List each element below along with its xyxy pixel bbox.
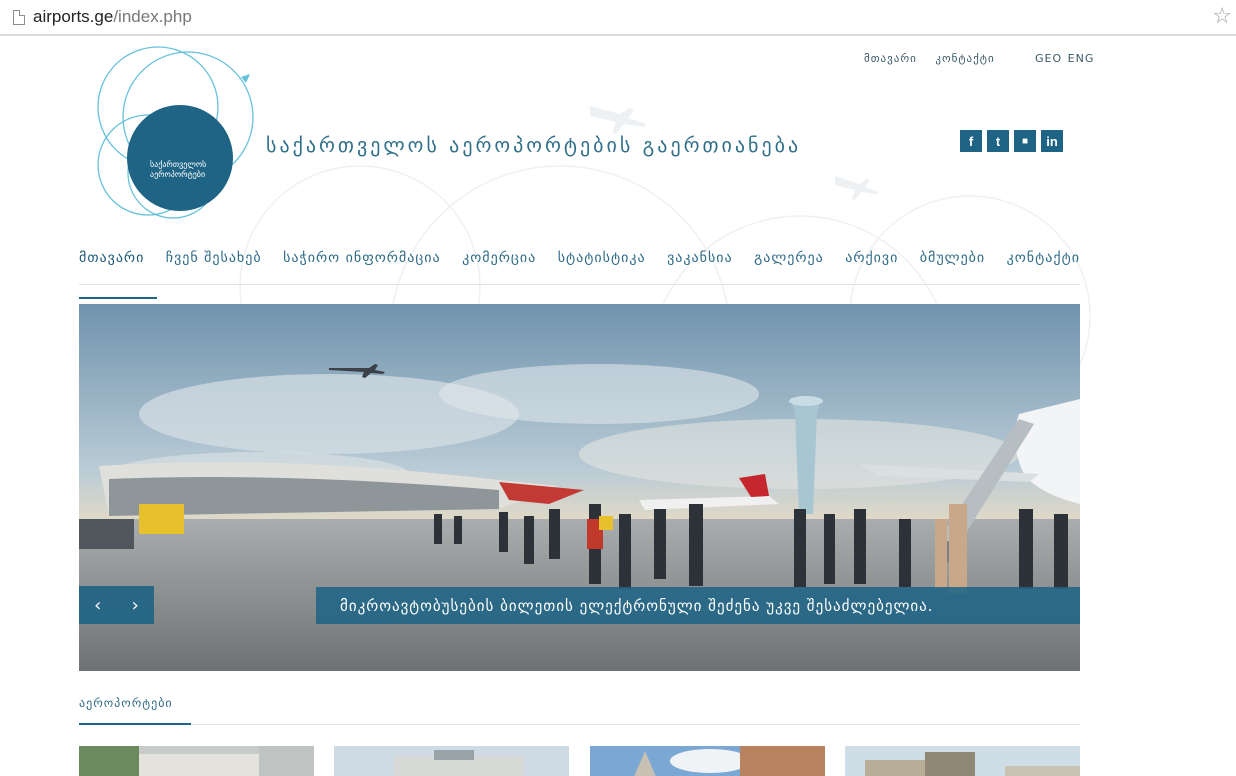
section-title-underline <box>79 723 191 725</box>
nav-item-vacancy[interactable]: ვაკანსია <box>667 248 733 284</box>
twitter-icon[interactable]: t <box>987 130 1009 152</box>
nav-item-archive[interactable]: არქივი <box>845 248 898 284</box>
section-divider <box>79 724 1080 725</box>
logo-text-2: აეროპორტები <box>150 169 205 179</box>
airport-thumb-4[interactable] <box>844 746 1080 776</box>
logo-text-1: საქართველოს <box>150 159 206 169</box>
url-path: /index.php <box>113 7 192 26</box>
nav-item-contact[interactable]: კონტაქტი <box>1007 248 1080 284</box>
airport-thumbnails <box>79 746 1080 776</box>
social-links: f t ■ in <box>960 130 1063 152</box>
lang-geo[interactable]: GEO <box>1035 52 1062 65</box>
slider-prev-button[interactable]: ‹ <box>94 595 101 616</box>
url-field[interactable]: airports.ge/index.php <box>33 7 192 27</box>
facebook-icon[interactable]: f <box>960 130 982 152</box>
nav-item-statistics[interactable]: სტატისტიკა <box>558 248 646 284</box>
top-link-contact[interactable]: კონტაქტი <box>935 52 994 65</box>
main-nav: მთავარი ჩვენ შესახებ საჭირო ინფორმაცია კ… <box>79 248 1080 299</box>
hero-caption[interactable]: მიკროავტობუსების ბილეთის ელექტრონული შეძ… <box>316 587 1080 624</box>
browser-address-bar[interactable]: airports.ge/index.php ☆ <box>0 0 1236 36</box>
airport-thumb-2[interactable] <box>334 746 570 776</box>
airports-section-title: აეროპორტები <box>79 696 173 710</box>
nav-item-about[interactable]: ჩვენ შესახებ <box>166 248 262 284</box>
youtube-icon[interactable]: ■ <box>1014 130 1036 152</box>
airport-thumb-1[interactable] <box>79 746 314 776</box>
star-outline-icon[interactable]: ☆ <box>1212 4 1232 29</box>
top-link-home[interactable]: მთავარი <box>864 52 917 65</box>
slider-arrows: ‹ › <box>79 586 154 624</box>
language-switcher: GEO ENG <box>1034 52 1094 65</box>
lang-eng[interactable]: ENG <box>1068 52 1095 65</box>
slider-next-button[interactable]: › <box>132 595 139 616</box>
airport-thumb-3[interactable] <box>589 746 825 776</box>
site-logo[interactable]: საქართველოს აეროპორტები <box>78 45 263 225</box>
nav-item-info[interactable]: საჭირო ინფორმაცია <box>283 248 441 284</box>
top-links: მთავარი კონტაქტი <box>864 52 1009 65</box>
url-domain: airports.ge <box>33 7 114 26</box>
nav-item-home[interactable]: მთავარი <box>79 248 158 299</box>
nav-item-commerce[interactable]: კომერცია <box>462 248 536 284</box>
page-icon <box>13 10 25 25</box>
site-title: საქართველოს აეროპორტების გაერთიანება <box>266 133 802 157</box>
nav-item-gallery[interactable]: გალერეა <box>754 248 824 284</box>
nav-item-links[interactable]: ბმულები <box>920 248 985 284</box>
linkedin-icon[interactable]: in <box>1041 130 1063 152</box>
